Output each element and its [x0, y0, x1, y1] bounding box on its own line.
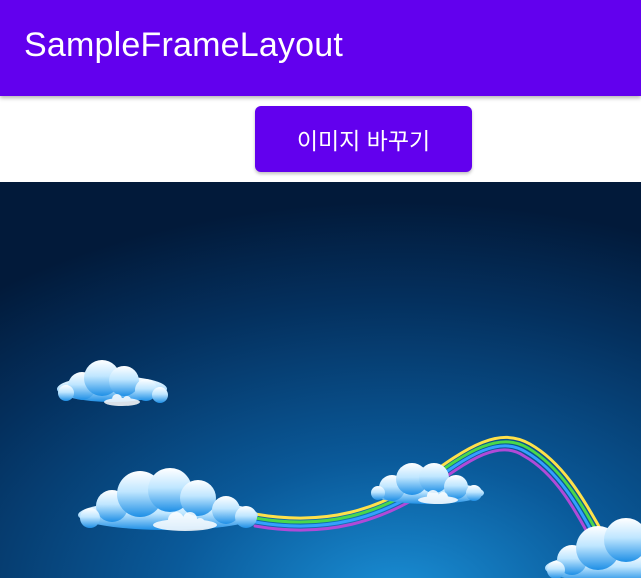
displayed-image [0, 182, 641, 578]
app-bar: SampleFrameLayout [0, 0, 641, 96]
change-image-button[interactable]: 이미지 바꾸기 [255, 106, 472, 172]
app-title: SampleFrameLayout [24, 26, 343, 64]
